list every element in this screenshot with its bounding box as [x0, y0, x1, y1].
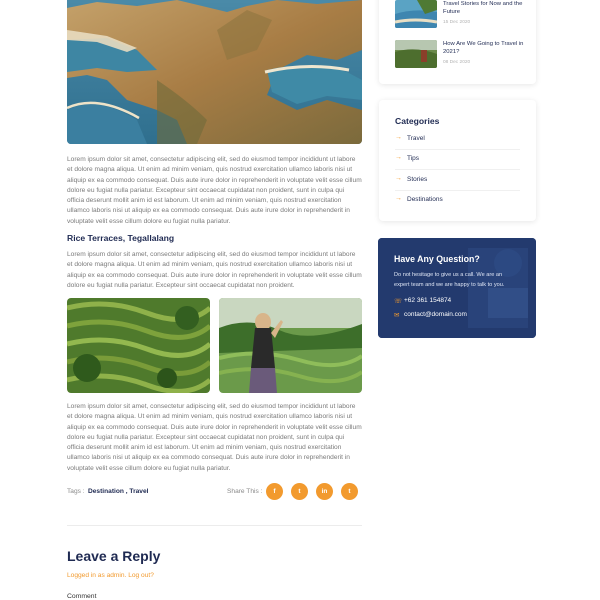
logged-in-note: Logged in as admin. Log out? [67, 572, 154, 579]
phone-icon: ☏ [394, 298, 403, 305]
comment-label: Comment [67, 593, 97, 600]
email-address: contact@domain.com [404, 311, 467, 318]
category-label: Destinations [407, 196, 443, 203]
blog-post-page: Lorem ipsum dolor sit amet, consectetur … [0, 0, 600, 600]
twitter-icon: t [298, 488, 301, 495]
question-description: Do not hesitage to give us a call. We ar… [394, 272, 505, 288]
mail-icon: ✉ [394, 312, 400, 319]
recent-post-item[interactable]: How Are We Going to Travel in 2021? 08 D… [395, 40, 525, 70]
category-label: Travel [407, 135, 425, 142]
arrow-right-icon: → [395, 195, 402, 202]
recent-post-thumbnail [395, 40, 437, 68]
linkedin-icon: in [321, 488, 328, 495]
facebook-icon: f [273, 488, 276, 495]
category-travel[interactable]: → Travel [395, 130, 520, 150]
article-paragraph: Lorem ipsum dolor sit amet, consectetur … [67, 251, 362, 289]
facebook-share-button[interactable]: f [266, 483, 283, 500]
category-label: Tips [407, 155, 420, 162]
contact-email[interactable]: ✉ contact@domain.com [394, 311, 524, 321]
twitter-share-button[interactable]: t [291, 483, 308, 500]
category-label: Stories [407, 176, 428, 183]
tumblr-share-button[interactable]: t [341, 483, 358, 500]
article-paragraph: Lorem ipsum dolor sit amet, consectetur … [67, 403, 362, 472]
tag-link-destination[interactable]: Destination [88, 488, 124, 495]
arrow-right-icon: → [395, 134, 402, 141]
share-label: Share This : [227, 488, 263, 495]
category-destinations[interactable]: → Destinations [395, 191, 520, 211]
question-heading: Have Any Question? [394, 254, 480, 264]
contact-phone[interactable]: ☏ +62 361 154874 [394, 297, 524, 307]
section-divider [67, 525, 362, 526]
traveler-photo [219, 298, 362, 393]
category-stories[interactable]: → Stories [395, 171, 520, 191]
arrow-right-icon: → [395, 154, 402, 161]
tags-label: Tags : [67, 488, 85, 495]
leave-reply-heading: Leave a Reply [67, 548, 161, 564]
hero-image [67, 0, 362, 144]
article-paragraph: Lorem ipsum dolor sit amet, consectetur … [67, 156, 362, 225]
phone-number: +62 361 154874 [404, 297, 452, 304]
recent-post-thumbnail [395, 0, 437, 28]
recent-post-title: How Are We Going to Travel in 2021? [443, 41, 524, 56]
category-tips[interactable]: → Tips [395, 150, 520, 170]
linkedin-share-button[interactable]: in [316, 483, 333, 500]
recent-post-item[interactable]: Travel Stories for Now and the Future 15… [395, 0, 525, 30]
tag-list: Destination , Travel [88, 488, 148, 495]
arrow-right-icon: → [395, 175, 402, 182]
recent-post-date: 15 Dec 2020 [443, 20, 471, 25]
tag-link-travel[interactable]: Travel [129, 488, 148, 495]
categories-heading: Categories [395, 116, 440, 126]
section-heading: Rice Terraces, Tegallalang [67, 233, 175, 243]
tumblr-icon: t [348, 488, 351, 495]
rice-terraces-image [67, 298, 210, 393]
recent-post-date: 08 Dec 2020 [443, 60, 471, 65]
contact-question-card: Have Any Question? Do not hesitage to gi… [378, 238, 536, 338]
tags-share-row: Tags : Destination , Travel Share This :… [67, 482, 362, 502]
logout-link[interactable]: Logged in as admin. Log out? [67, 572, 154, 579]
recent-post-title: Travel Stories for Now and the Future [443, 1, 523, 16]
